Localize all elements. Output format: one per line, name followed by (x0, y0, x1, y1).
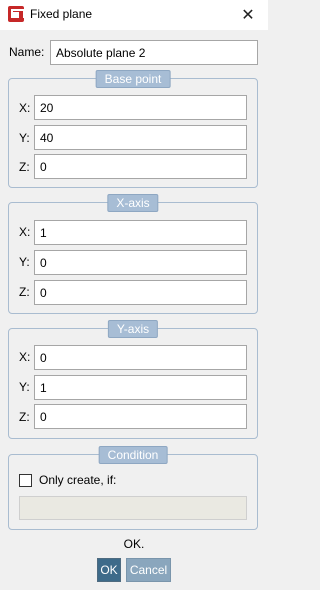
condition-legend: Condition (98, 446, 168, 464)
cancel-button[interactable]: Cancel (126, 558, 171, 582)
y-axis-legend: Y-axis (107, 320, 159, 338)
base-z-field[interactable] (34, 154, 247, 179)
yaxis-y-field[interactable] (34, 375, 247, 400)
base-z-label: Z: (19, 160, 30, 174)
window-title: Fixed plane (30, 7, 93, 21)
yaxis-x-label: X: (19, 350, 31, 364)
base-x-label: X: (19, 101, 31, 115)
x-axis-legend: X-axis (107, 194, 159, 212)
name-label: Name: (9, 45, 45, 59)
xaxis-z-label: Z: (19, 285, 30, 299)
ok-button[interactable]: OK (97, 558, 121, 582)
base-x-field[interactable] (34, 95, 247, 120)
base-y-label: Y: (19, 131, 30, 145)
title-bar: Fixed plane ✕ (0, 0, 268, 30)
xaxis-x-field[interactable] (34, 220, 247, 245)
xaxis-y-field[interactable] (34, 250, 247, 275)
base-y-field[interactable] (34, 125, 247, 150)
yaxis-z-label: Z: (19, 410, 30, 424)
name-field[interactable] (50, 40, 258, 65)
only-create-checkbox[interactable] (19, 474, 32, 487)
xaxis-z-field[interactable] (34, 280, 247, 305)
only-create-label: Only create, if: (39, 473, 117, 487)
xaxis-y-label: Y: (19, 255, 30, 269)
yaxis-z-field[interactable] (34, 404, 247, 429)
yaxis-x-field[interactable] (34, 345, 247, 370)
app-icon (8, 6, 25, 22)
close-icon[interactable]: ✕ (236, 3, 260, 27)
yaxis-y-label: Y: (19, 380, 30, 394)
xaxis-x-label: X: (19, 225, 31, 239)
base-point-legend: Base point (95, 70, 171, 88)
condition-field[interactable] (19, 496, 247, 520)
status-text: OK. (123, 537, 145, 551)
